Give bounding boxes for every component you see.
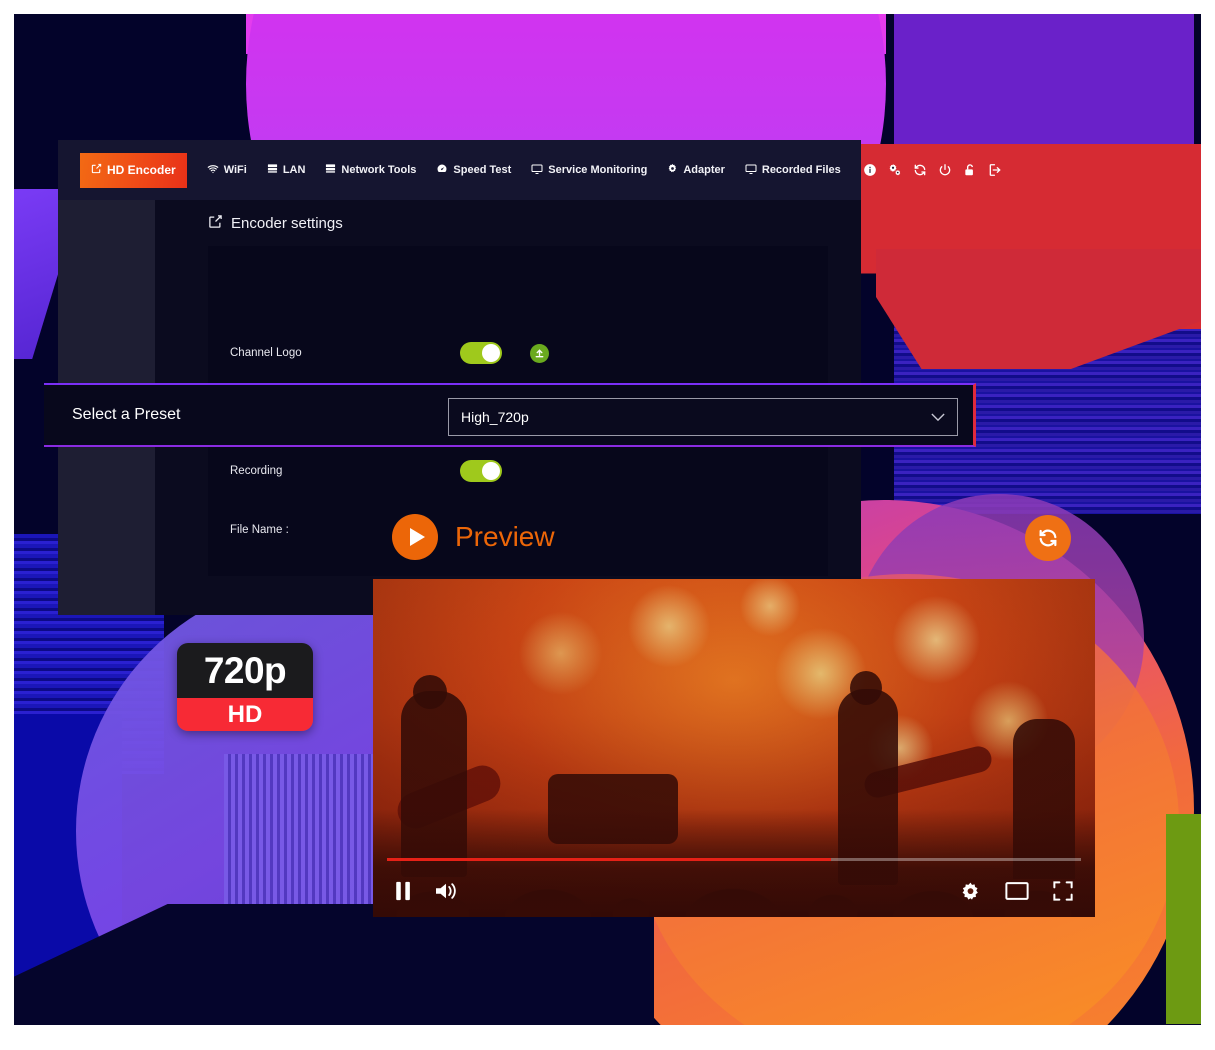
channel-logo-toggle[interactable]	[460, 342, 502, 364]
speedometer-icon	[436, 163, 448, 178]
blue-stripes-decoration	[894, 224, 1201, 514]
sync-icon[interactable]	[913, 163, 927, 177]
nav-item-label: LAN	[282, 164, 306, 176]
monitor-icon	[531, 163, 543, 178]
nav-item-label: Speed Test	[453, 164, 512, 176]
resolution-badge-value: 720p	[177, 643, 313, 698]
volume-icon[interactable]	[434, 881, 458, 901]
blue-left-block-decoration	[14, 714, 122, 1024]
nav-item-label: Service Monitoring	[548, 164, 648, 176]
magenta-block-decoration	[246, 14, 886, 54]
setting-row-channel-logo: Channel Logo	[230, 324, 828, 382]
nav-item-label: Network Tools	[341, 164, 417, 176]
nav-item-wifi[interactable]: WiFi	[207, 163, 247, 178]
fullscreen-icon[interactable]	[1053, 881, 1073, 901]
red-shape-secondary-decoration	[876, 249, 1201, 369]
nav-item-lan[interactable]: LAN	[267, 163, 306, 177]
setting-row-recording: Recording	[230, 442, 828, 500]
top-navigation-bar: HD Encoder WiFi LAN Network Tools Speed …	[58, 140, 1001, 200]
play-triangle	[409, 528, 425, 546]
pause-icon[interactable]	[395, 881, 412, 901]
dark-bottom-shape-decoration	[14, 904, 654, 1025]
resolution-badge-quality: HD	[177, 698, 313, 731]
nav-item-speed-test[interactable]: Speed Test	[436, 163, 511, 178]
nav-item-label: Adapter	[683, 164, 725, 176]
nav-item-recorded-files[interactable]: Recorded Files	[745, 163, 841, 178]
wifi-icon	[207, 163, 219, 178]
setting-label: Recording	[230, 465, 283, 477]
video-controls-left	[395, 881, 458, 901]
channel-logo-upload-icon[interactable]	[530, 343, 549, 363]
chevron-down-icon	[931, 410, 945, 425]
video-controls-bar	[373, 865, 1095, 917]
nav-item-network-tools[interactable]: Network Tools	[325, 163, 416, 177]
video-player[interactable]	[373, 579, 1095, 917]
resolution-badge: 720p HD	[177, 643, 313, 731]
poster-canvas: HD Encoder WiFi LAN Network Tools Speed …	[14, 14, 1201, 1025]
preset-select[interactable]: High_720p	[448, 398, 958, 436]
select-preset-overlay: Select a Preset High_720p	[44, 383, 976, 447]
nav-item-label: Recorded Files	[761, 164, 841, 176]
external-link-icon	[208, 214, 223, 233]
video-progress-played	[387, 858, 832, 861]
monitor-icon	[745, 163, 757, 178]
green-sliver-decoration	[1166, 814, 1201, 1024]
page-title: Encoder settings	[231, 214, 343, 232]
refresh-icon[interactable]	[1025, 515, 1071, 561]
logout-icon[interactable]	[988, 163, 1002, 177]
gear-icon	[667, 163, 678, 177]
brand-hd-encoder-button[interactable]: HD Encoder	[80, 152, 187, 188]
preset-selected-value: High_720p	[461, 409, 529, 425]
nav-item-label: WiFi	[223, 164, 247, 176]
info-icon[interactable]	[863, 163, 877, 177]
section-header: Encoder settings	[155, 200, 861, 246]
select-preset-label: Select a Preset	[72, 406, 181, 423]
video-progress-bar[interactable]	[387, 858, 1081, 861]
miniplayer-icon[interactable]	[1005, 882, 1029, 900]
video-controls-right	[960, 881, 1073, 902]
external-link-icon	[91, 163, 102, 177]
nav-item-adapter[interactable]: Adapter	[667, 163, 725, 177]
server-icon	[267, 163, 278, 177]
server-icon	[325, 163, 336, 177]
sliders-icon[interactable]	[888, 163, 902, 177]
unlock-icon[interactable]	[963, 163, 977, 177]
setting-label: Channel Logo	[230, 347, 302, 359]
purple-block-decoration	[894, 14, 1194, 304]
settings-gear-icon[interactable]	[960, 881, 981, 902]
nav-item-service-monitoring[interactable]: Service Monitoring	[531, 163, 647, 178]
preview-title: Preview	[455, 521, 555, 552]
recording-toggle[interactable]	[460, 460, 502, 482]
brand-label: HD Encoder	[107, 163, 176, 177]
preview-heading: Preview	[392, 514, 555, 560]
power-icon[interactable]	[938, 163, 952, 177]
nav-action-icons	[863, 163, 1002, 177]
play-icon[interactable]	[392, 514, 438, 560]
